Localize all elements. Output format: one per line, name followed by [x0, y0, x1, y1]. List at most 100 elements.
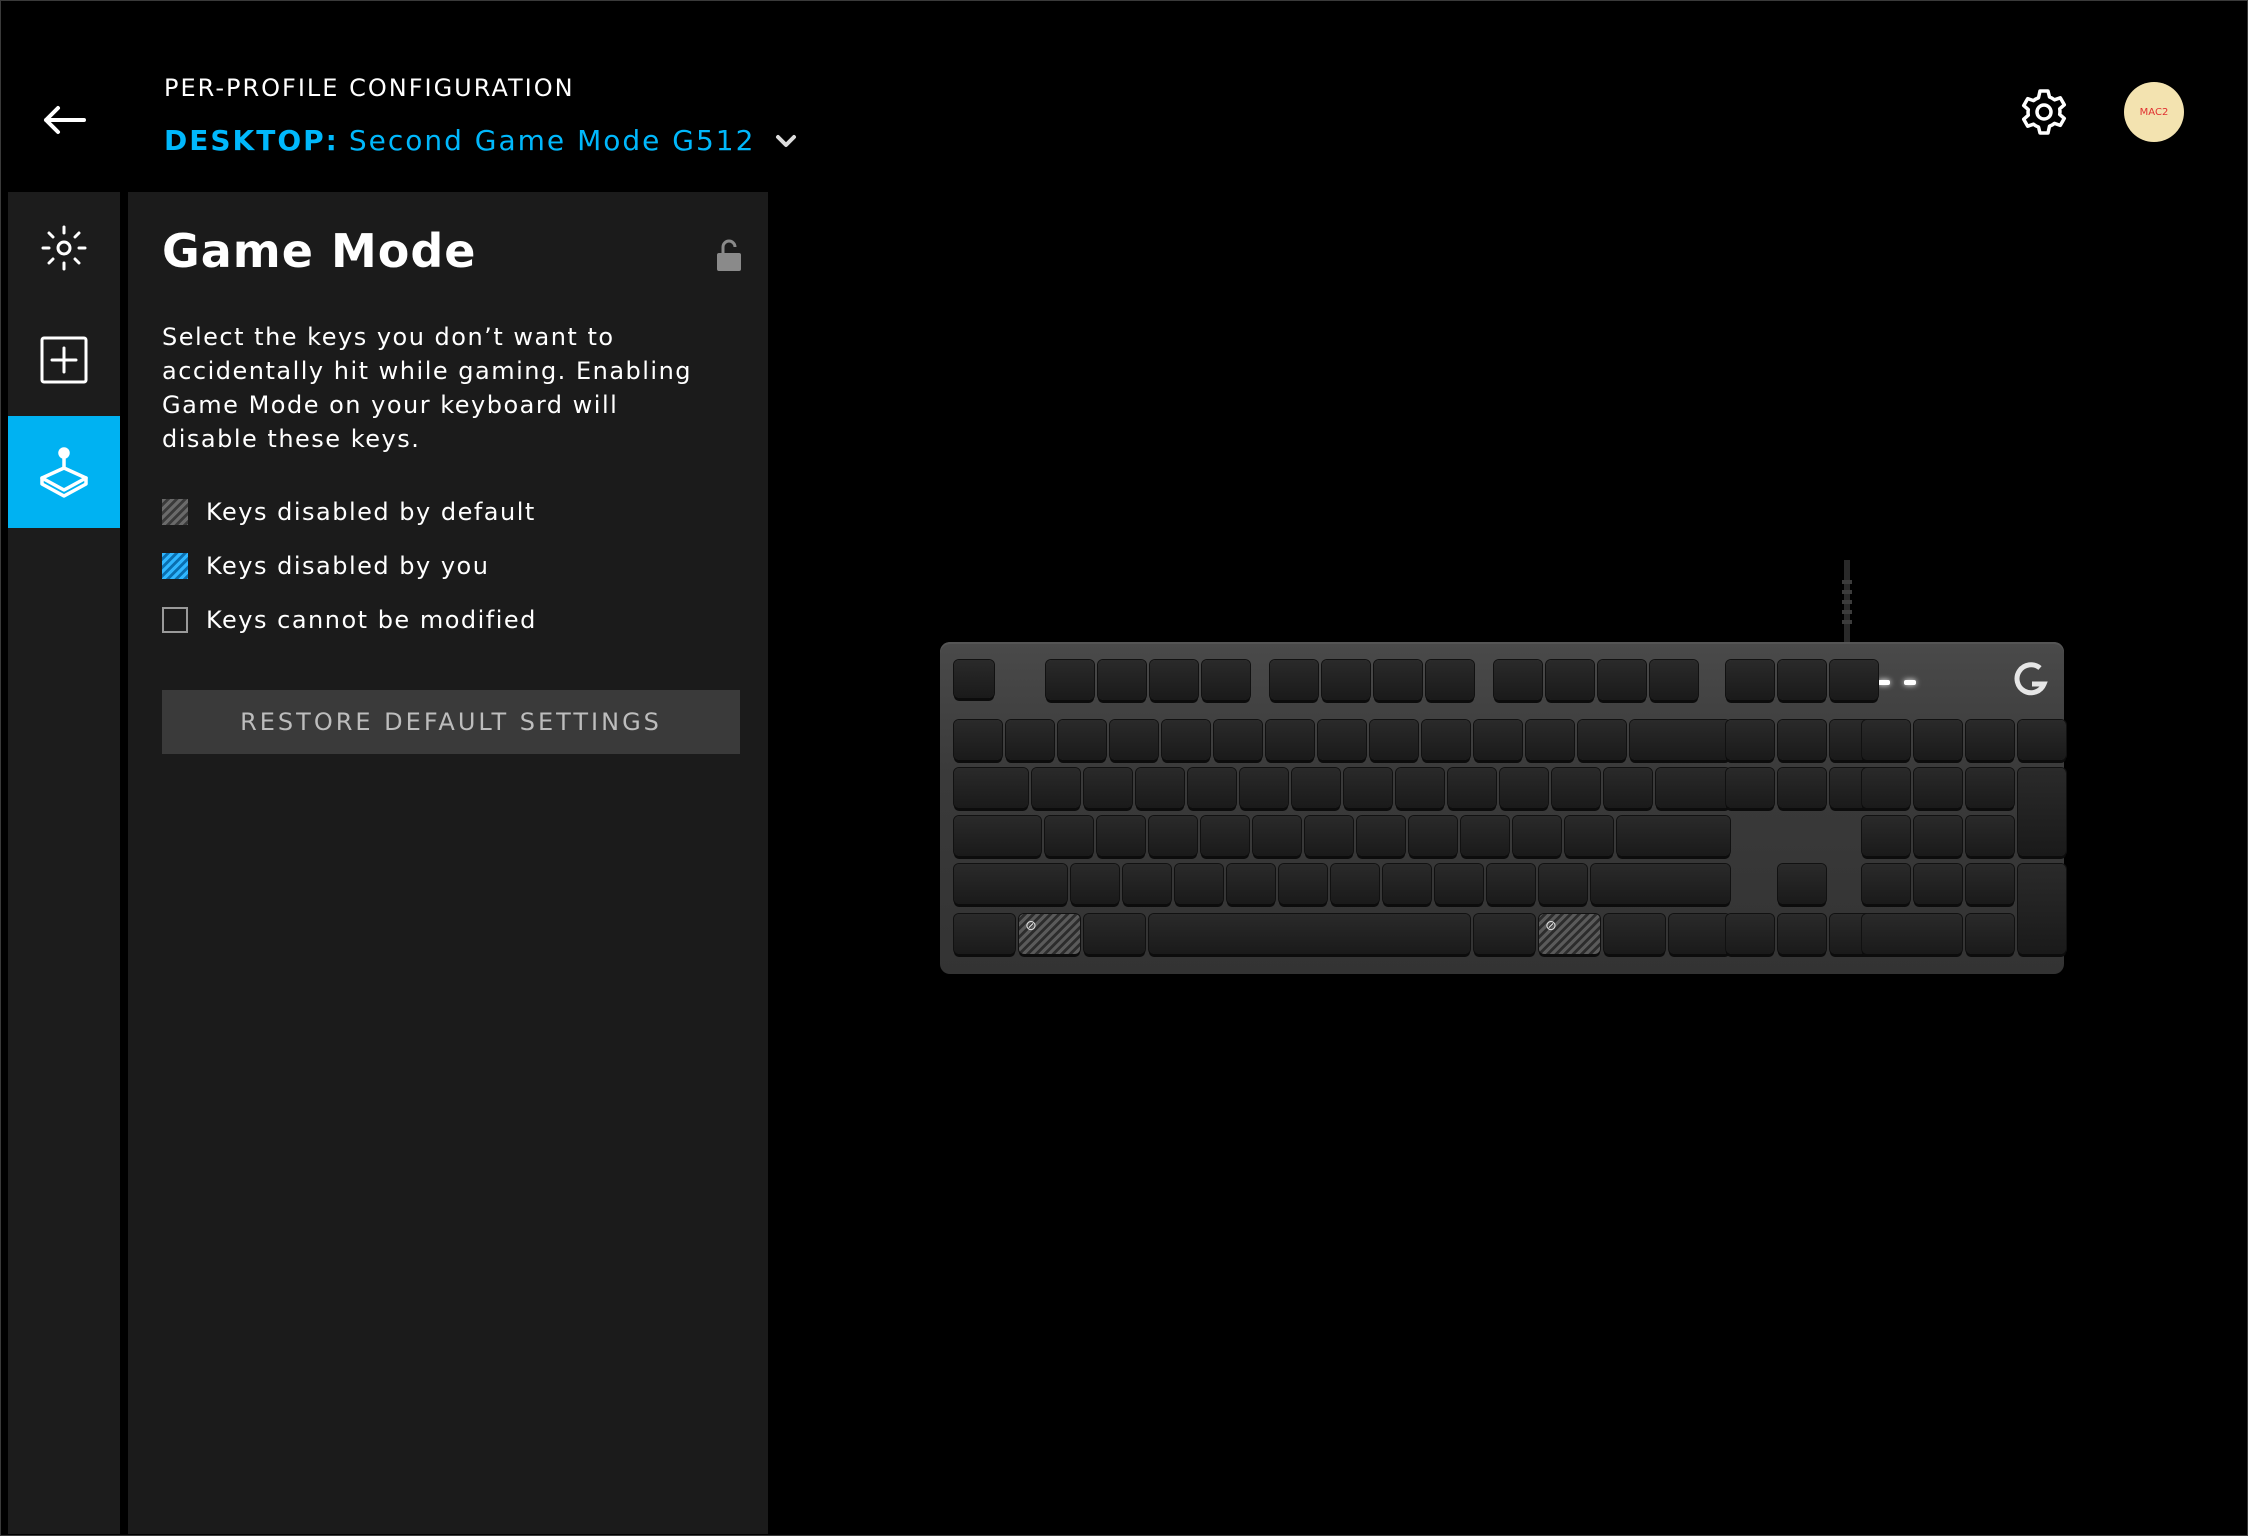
sidebar-item-assignments[interactable] — [8, 304, 120, 416]
keyboard-key[interactable] — [1396, 768, 1444, 808]
keyboard-key[interactable] — [1084, 768, 1132, 808]
keyboard-key[interactable] — [1778, 864, 1826, 904]
keyboard-key[interactable] — [2018, 768, 2066, 856]
keyboard-key[interactable] — [1726, 720, 1774, 760]
keyboard-key[interactable] — [1656, 768, 1730, 808]
keyboard-key[interactable] — [1650, 660, 1698, 700]
keyboard-key[interactable] — [1136, 768, 1184, 808]
keyboard-key[interactable] — [1383, 864, 1431, 904]
keyboard-key[interactable] — [954, 864, 1067, 904]
keyboard-key[interactable] — [1058, 720, 1106, 760]
keyboard-key[interactable] — [1778, 720, 1826, 760]
keyboard-key[interactable] — [1201, 816, 1249, 856]
keyboard-key[interactable] — [1098, 660, 1146, 700]
keyboard-key[interactable] — [1305, 816, 1353, 856]
keyboard-key[interactable] — [1422, 720, 1470, 760]
disabled-key[interactable] — [1019, 914, 1080, 954]
keyboard-key[interactable] — [1552, 768, 1600, 808]
unlock-icon[interactable] — [714, 238, 744, 272]
keyboard-key[interactable] — [1778, 914, 1826, 954]
keyboard-key[interactable] — [1539, 864, 1587, 904]
keyboard-key[interactable] — [1149, 914, 1470, 954]
keyboard-key[interactable] — [1188, 768, 1236, 808]
keyboard-key[interactable] — [1598, 660, 1646, 700]
keyboard-key[interactable] — [2018, 720, 2066, 760]
keyboard-key[interactable] — [1435, 864, 1483, 904]
keyboard-key[interactable] — [1862, 914, 1962, 954]
keyboard-key[interactable] — [1966, 914, 2014, 954]
keyboard-key[interactable] — [1617, 816, 1730, 856]
keyboard-key[interactable] — [1474, 720, 1522, 760]
keyboard-key[interactable] — [1914, 864, 1962, 904]
keyboard-key[interactable] — [1526, 720, 1574, 760]
keyboard-key[interactable] — [1071, 864, 1119, 904]
keyboard-key[interactable] — [1202, 660, 1250, 700]
keyboard-key[interactable] — [1966, 720, 2014, 760]
avatar[interactable]: MAC2 — [2124, 82, 2184, 142]
back-button[interactable] — [36, 92, 92, 148]
keyboard-key[interactable] — [1669, 914, 1730, 954]
disabled-key[interactable] — [1539, 914, 1600, 954]
keyboard-key[interactable] — [1778, 660, 1826, 700]
keyboard-key[interactable] — [1513, 816, 1561, 856]
keyboard-key[interactable] — [1966, 864, 2014, 904]
keyboard-key[interactable] — [1084, 914, 1145, 954]
keyboard-key[interactable] — [1778, 768, 1826, 808]
keyboard-key[interactable] — [1149, 816, 1197, 856]
keyboard-key[interactable] — [1318, 720, 1366, 760]
keyboard-key[interactable] — [1292, 768, 1340, 808]
keyboard-key[interactable] — [1966, 768, 2014, 808]
keyboard-key[interactable] — [1862, 864, 1910, 904]
keyboard-key[interactable] — [1266, 720, 1314, 760]
keyboard-key[interactable] — [1270, 660, 1318, 700]
keyboard-key[interactable] — [1097, 816, 1145, 856]
keyboard-key[interactable] — [1046, 660, 1094, 700]
sidebar-item-game-mode[interactable] — [8, 416, 120, 528]
keyboard-key[interactable] — [1914, 720, 1962, 760]
keyboard-key[interactable] — [1150, 660, 1198, 700]
keyboard-key[interactable] — [1162, 720, 1210, 760]
keyboard-key[interactable] — [1474, 914, 1535, 954]
keyboard-key[interactable] — [1726, 768, 1774, 808]
keyboard-key[interactable] — [1045, 816, 1093, 856]
keyboard-key[interactable] — [1227, 864, 1275, 904]
keyboard-key[interactable] — [1344, 768, 1392, 808]
keyboard-key[interactable] — [1032, 768, 1080, 808]
keyboard-key[interactable] — [954, 720, 1002, 760]
settings-button[interactable] — [2016, 84, 2072, 140]
keyboard-key[interactable] — [1461, 816, 1509, 856]
keyboard-key[interactable] — [954, 660, 994, 698]
keyboard-key[interactable] — [1409, 816, 1457, 856]
keyboard-key[interactable] — [1862, 720, 1910, 760]
keyboard-key[interactable] — [1604, 914, 1665, 954]
keyboard-key[interactable] — [1240, 768, 1288, 808]
keyboard-key[interactable] — [1253, 816, 1301, 856]
keyboard-key[interactable] — [1578, 720, 1626, 760]
keyboard-key[interactable] — [1500, 768, 1548, 808]
keyboard-key[interactable] — [1565, 816, 1613, 856]
keyboard-key[interactable] — [1214, 720, 1262, 760]
keyboard-key[interactable] — [1374, 660, 1422, 700]
keyboard-key[interactable] — [1591, 864, 1730, 904]
keyboard-key[interactable] — [1546, 660, 1594, 700]
keyboard-key[interactable] — [1862, 816, 1910, 856]
keyboard-key[interactable] — [1726, 914, 1774, 954]
keyboard-key[interactable] — [1279, 864, 1327, 904]
profile-selector[interactable]: DESKTOP: Second Game Mode G512 — [164, 124, 797, 157]
keyboard-key[interactable] — [954, 816, 1041, 856]
keyboard-key[interactable] — [1830, 660, 1878, 700]
keyboard-key[interactable] — [1494, 660, 1542, 700]
keyboard-key[interactable] — [1726, 660, 1774, 700]
sidebar-item-lighting[interactable] — [8, 192, 120, 304]
keyboard-key[interactable] — [1006, 720, 1054, 760]
keyboard-key[interactable] — [1322, 660, 1370, 700]
keyboard-key[interactable] — [1604, 768, 1652, 808]
keyboard-key[interactable] — [1331, 864, 1379, 904]
keyboard-key[interactable] — [1357, 816, 1405, 856]
keyboard-key[interactable] — [2018, 864, 2066, 954]
keyboard-key[interactable] — [1370, 720, 1418, 760]
keyboard-key[interactable] — [1426, 660, 1474, 700]
restore-default-button[interactable]: RESTORE DEFAULT SETTINGS — [162, 690, 740, 754]
keyboard-key[interactable] — [1448, 768, 1496, 808]
keyboard-key[interactable] — [1862, 768, 1910, 808]
